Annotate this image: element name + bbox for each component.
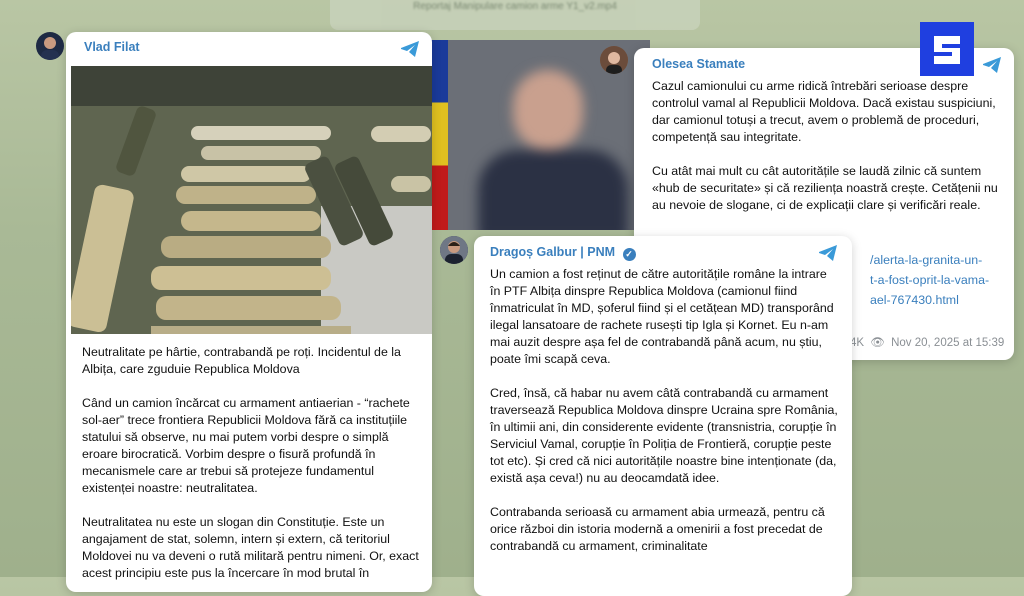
window-title: Reportaj Manipulare camion arme Y1_v2.mp…	[413, 1, 617, 12]
link-line[interactable]: t-a-fost-oprit-la-vama-	[870, 270, 989, 290]
telegram-icon[interactable]	[818, 244, 838, 262]
link-line[interactable]: /alerta-la-granita-un-	[870, 250, 989, 270]
view-count: 4K	[850, 337, 865, 349]
post-text: Un camion a fost reținut de către autori…	[490, 266, 838, 572]
window-title-bar: Reportaj Manipulare camion arme Y1_v2.mp…	[330, 0, 700, 30]
author-name[interactable]: Dragoș Galbur | PNM ✓	[490, 245, 636, 261]
avatar[interactable]	[600, 46, 628, 74]
verified-icon: ✓	[622, 248, 636, 261]
post-paragraph: Contrabanda serioasă cu armament abia ur…	[490, 505, 825, 553]
post-date: Nov 20, 2025 at 15:39	[891, 337, 1005, 349]
telegram-icon[interactable]	[982, 56, 1002, 74]
avatar[interactable]	[440, 236, 468, 264]
post-paragraph: Când un camion încărcat cu armament anti…	[82, 396, 410, 495]
post-meta: 4K 👁 Nov 20, 2025 at 15:39	[850, 335, 1004, 349]
post-paragraph: Neutralitate pe hârtie, contrabandă pe r…	[82, 345, 401, 376]
author-name[interactable]: Vlad Filat	[84, 40, 140, 54]
post-photo[interactable]	[71, 66, 432, 334]
telegram-icon[interactable]	[400, 40, 420, 58]
post-text: Neutralitate pe hârtie, contrabandă pe r…	[82, 344, 422, 592]
article-link[interactable]: /alerta-la-granita-un- t-a-fost-oprit-la…	[870, 250, 989, 310]
post-paragraph: Un camion a fost reținut de către autori…	[490, 267, 834, 366]
post-card-dragos[interactable]: Dragoș Galbur | PNM ✓ Un camion a fost r…	[474, 236, 852, 596]
avatar[interactable]	[36, 32, 64, 60]
brand-logo: S	[920, 22, 974, 76]
post-paragraph: Cred, însă, că habar nu avem câtă contra…	[490, 386, 838, 485]
post-paragraph: Cazul camionului cu arme ridică întrebăr…	[652, 79, 996, 144]
post-paragraph: Cu atât mai mult cu cât autoritățile se …	[652, 164, 998, 212]
eye-icon: 👁	[870, 337, 885, 349]
post-text: Cazul camionului cu arme ridică întrebăr…	[652, 78, 1004, 231]
author-name[interactable]: Olesea Stamate	[652, 57, 745, 71]
post-card-vlad[interactable]: Neutralitate pe hârtie, contrabandă pe r…	[66, 32, 432, 592]
author-label[interactable]: Dragoș Galbur | PNM	[490, 245, 615, 259]
link-line[interactable]: ael-767430.html	[870, 290, 989, 310]
post-paragraph: Neutralitatea nu este un slogan din Cons…	[82, 515, 419, 580]
